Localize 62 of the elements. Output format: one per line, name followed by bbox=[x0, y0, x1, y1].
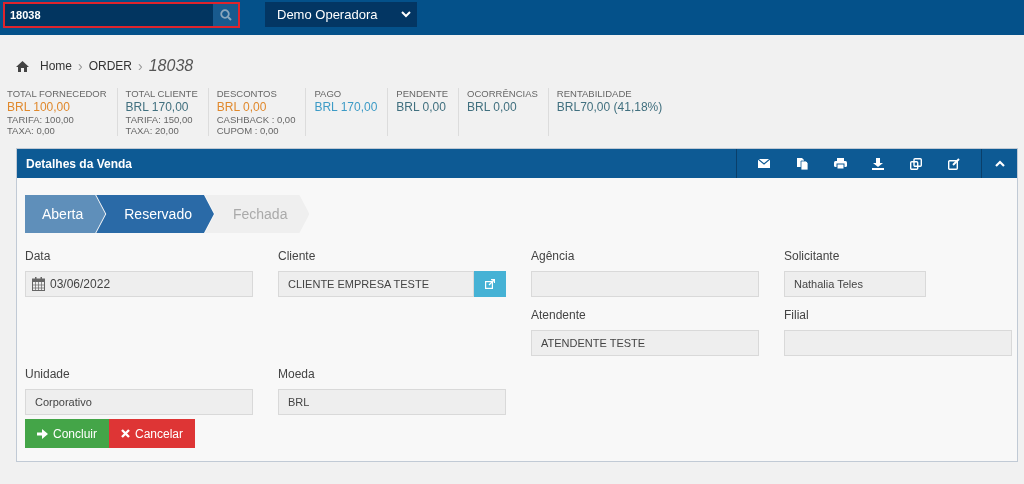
input-field[interactable]: Nathalia Teles bbox=[784, 271, 926, 297]
external-link-icon bbox=[485, 279, 495, 289]
panel-title: Detalhes da Venda bbox=[25, 156, 134, 171]
operator-dropdown[interactable]: Demo Operadora bbox=[265, 2, 417, 27]
input-field[interactable]: Corporativo bbox=[25, 389, 253, 415]
search-icon bbox=[219, 9, 232, 21]
stat-detail: CUPOM : 0,00 bbox=[216, 125, 280, 136]
print-icon bbox=[833, 158, 847, 169]
order-number: 18038 bbox=[148, 57, 194, 75]
mail-icon bbox=[758, 159, 770, 168]
search-field[interactable]: 18038 bbox=[3, 2, 240, 28]
input-field[interactable]: CLIENTE EMPRESA TESTE bbox=[278, 271, 474, 297]
chevron-down-icon bbox=[401, 11, 411, 18]
breadcrumb-separator: › bbox=[78, 58, 83, 74]
stat-label: PENDENTE bbox=[396, 88, 449, 100]
stat-label: OCORRÊNCIAS bbox=[467, 88, 538, 100]
stat-detail: TARIFA: 100,00 bbox=[7, 114, 75, 125]
stat-value: BRL 0,00 bbox=[467, 100, 518, 114]
stat-value: BRL 0,00 bbox=[216, 100, 268, 114]
clone-icon bbox=[910, 157, 922, 170]
field-label: Data bbox=[25, 249, 52, 263]
input-field[interactable]: ATENDENTE TESTE bbox=[531, 330, 759, 356]
stat-label: DESCONTOS bbox=[216, 88, 278, 100]
field-label: Unidade bbox=[25, 367, 71, 381]
date-field[interactable]: 03/06/2022 bbox=[25, 271, 253, 297]
stat-label: PAGO bbox=[314, 88, 343, 100]
stat-detail: TARIFA: 150,00 bbox=[125, 114, 194, 125]
field-label: Filial bbox=[784, 308, 810, 322]
copy-icon bbox=[796, 157, 808, 170]
field-label: Solicitante bbox=[784, 249, 841, 263]
input-field[interactable]: BRL bbox=[278, 389, 506, 415]
stat-label: TOTAL CLIENTE bbox=[125, 88, 198, 100]
stat-value: BRL70,00 (41,18%) bbox=[556, 100, 663, 114]
chevron-up-icon bbox=[994, 160, 1005, 167]
field-label: Atendente bbox=[531, 308, 587, 322]
arrow-right-icon bbox=[37, 428, 48, 439]
field-label: Cliente bbox=[278, 249, 317, 263]
stat-value: BRL 170,00 bbox=[125, 100, 190, 114]
field-label: Agência bbox=[531, 249, 576, 263]
input-field[interactable] bbox=[784, 330, 1012, 356]
status-step: Reservado bbox=[96, 195, 214, 233]
calendar-icon bbox=[32, 277, 45, 291]
home-icon bbox=[16, 60, 29, 72]
cancel-button[interactable]: Cancelar bbox=[109, 419, 196, 448]
x-icon bbox=[121, 429, 130, 438]
stat-label: RENTABILIDADE bbox=[556, 88, 633, 100]
status-step: Fechada bbox=[204, 195, 310, 233]
edit-icon bbox=[948, 157, 960, 170]
stat-detail: TAXA: 20,00 bbox=[125, 125, 180, 136]
stat-label: TOTAL FORNECEDOR bbox=[7, 88, 107, 100]
breadcrumb-separator: › bbox=[138, 58, 143, 74]
stat-detail: TAXA: 0,00 bbox=[7, 125, 56, 136]
stat-value: BRL 170,00 bbox=[314, 100, 378, 114]
input-field[interactable] bbox=[531, 271, 759, 297]
stat-value: BRL 100,00 bbox=[7, 100, 71, 114]
breadcrumb-link[interactable]: Home bbox=[40, 59, 72, 73]
download-icon bbox=[872, 157, 884, 170]
stat-value: BRL 0,00 bbox=[396, 100, 447, 114]
field-label: Moeda bbox=[278, 367, 316, 381]
stat-detail: CASHBACK : 0,00 bbox=[216, 114, 296, 125]
search-button[interactable] bbox=[213, 4, 238, 26]
breadcrumb-link[interactable]: ORDER bbox=[88, 59, 133, 73]
